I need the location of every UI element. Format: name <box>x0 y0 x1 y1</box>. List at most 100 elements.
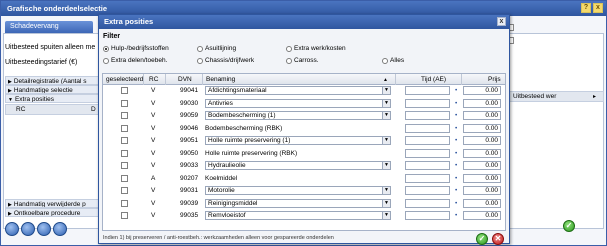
row-checkbox[interactable] <box>121 174 128 182</box>
tijd-input[interactable] <box>405 211 450 220</box>
ok-button[interactable]: ✓ <box>476 233 488 245</box>
row-checkbox[interactable] <box>121 137 128 144</box>
col-tijd[interactable]: Tijd (AE) <box>421 76 446 83</box>
col-geselecteerd[interactable]: geselecteerd <box>106 76 143 83</box>
tijd-input[interactable] <box>405 186 450 195</box>
background-ok-button[interactable]: ✓ <box>563 220 575 232</box>
col-prijs[interactable]: Prijs <box>488 76 501 83</box>
benaming-select[interactable]: Motorolie ▼ <box>205 186 391 195</box>
radio-button[interactable] <box>103 57 109 64</box>
section-ontkoelbare-procedure[interactable]: ▶ Ontkoelbare procedure <box>5 208 99 217</box>
benaming-select[interactable]: Antivries ▼ <box>205 98 391 108</box>
row-checkbox[interactable] <box>121 99 128 107</box>
section-extra-posities[interactable]: ▼ Extra posities <box>5 94 99 103</box>
table-row[interactable]: V 99031 Motorolie ▼ • 0.00 <box>103 185 505 197</box>
prijs-input[interactable]: 0.00 <box>463 161 501 170</box>
radio-chassis-drijfwerk[interactable]: Chassis/drijfwerk <box>197 57 254 64</box>
benaming-select[interactable]: Hydraulieolie ▼ <box>205 161 391 170</box>
tijd-input[interactable] <box>405 98 450 108</box>
scroll-right-icon[interactable]: ▸ <box>593 93 601 100</box>
row-checkbox[interactable] <box>121 149 128 157</box>
radio-hulp-bedrijfsstoffen[interactable]: Hulp-/bedrijfsstoffen <box>103 45 169 52</box>
section-handmatig-verwijderd[interactable]: ▶ Handmatig verwijderde p <box>5 199 99 208</box>
row-checkbox[interactable] <box>121 162 128 169</box>
radio-button[interactable] <box>286 57 292 64</box>
tool-icon[interactable] <box>37 222 51 236</box>
row-checkbox[interactable] <box>121 212 128 219</box>
radio-extra-werk-kosten[interactable]: Extra werk/kosten <box>286 45 346 52</box>
sort-ascending-icon[interactable]: ▲ <box>383 77 388 83</box>
section-handmatige-selectie[interactable]: ▶ Handmatige selectie <box>5 85 99 94</box>
help-icon[interactable]: ? <box>581 3 591 13</box>
prijs-input[interactable]: 0.00 <box>463 211 501 220</box>
row-checkbox[interactable] <box>121 112 128 119</box>
table-row[interactable]: V 99039 Reinigingsmiddel ▼ • 0.00 <box>103 198 505 210</box>
tijd-input[interactable] <box>405 198 450 208</box>
tijd-input[interactable] <box>405 86 450 95</box>
tijd-input[interactable] <box>405 173 450 183</box>
tijd-input[interactable] <box>405 123 450 133</box>
row-checkbox[interactable] <box>121 124 128 132</box>
dropdown-arrow-icon[interactable]: ▼ <box>382 187 390 194</box>
radio-button[interactable] <box>197 45 203 52</box>
prijs-input[interactable]: 0.00 <box>463 86 501 95</box>
dropdown-arrow-icon[interactable]: ▼ <box>382 212 390 219</box>
benaming-select[interactable]: Afdichtingsmateriaal ▼ <box>205 86 391 95</box>
col-dvn[interactable]: DVN <box>178 76 192 83</box>
tijd-input[interactable] <box>405 136 450 145</box>
dropdown-arrow-icon[interactable]: ▼ <box>382 137 390 144</box>
table-row[interactable]: V 99050 Holle ruimte preservering (RBK) • 0.… <box>103 148 505 160</box>
radio-button[interactable] <box>197 57 203 64</box>
close-icon[interactable]: x <box>593 3 603 13</box>
radio-button[interactable] <box>286 45 292 52</box>
radio-button[interactable] <box>382 57 388 64</box>
dropdown-arrow-icon[interactable]: ▼ <box>382 199 390 207</box>
col-benaming[interactable]: Benaming <box>206 76 235 83</box>
radio-carross[interactable]: Carross. <box>286 57 319 64</box>
radio-extra-delen-toebeh[interactable]: Extra delen/toebeh. <box>103 57 167 64</box>
prijs-input[interactable]: 0.00 <box>463 111 501 120</box>
row-checkbox[interactable] <box>121 87 128 94</box>
row-checkbox[interactable] <box>121 187 128 194</box>
table-row[interactable]: V 99035 Remvloeistof ▼ • 0.00 <box>103 210 505 222</box>
price-marker-icon: • <box>455 112 458 119</box>
radio-button[interactable] <box>103 45 109 52</box>
tab-schadevervang[interactable]: Schadevervang <box>5 21 93 33</box>
prijs-input[interactable]: 0.00 <box>463 173 501 183</box>
tijd-input[interactable] <box>405 148 450 158</box>
benaming-select[interactable]: Remvloeistof ▼ <box>205 211 391 220</box>
table-row[interactable]: V 99051 Holle ruimte preservering (1) ▼ • 0.0… <box>103 135 505 147</box>
dropdown-arrow-icon[interactable]: ▼ <box>382 162 390 169</box>
radio-asuitlijning[interactable]: Asuitlijning <box>197 45 236 52</box>
prijs-input[interactable]: 0.00 <box>463 148 501 158</box>
prijs-input[interactable]: 0.00 <box>463 98 501 108</box>
table-row[interactable]: V 99046 Bodembescherming (RBK) • 0.00 <box>103 123 505 135</box>
col-rc[interactable]: RC <box>149 76 158 83</box>
tijd-input[interactable] <box>405 161 450 170</box>
benaming-select[interactable]: Reinigingsmiddel ▼ <box>205 198 391 208</box>
row-checkbox[interactable] <box>121 199 128 207</box>
globe-icon[interactable] <box>21 222 35 236</box>
tijd-input[interactable] <box>405 111 450 120</box>
prijs-input[interactable]: 0.00 <box>463 198 501 208</box>
table-row[interactable]: V 99033 Hydraulieolie ▼ • 0.00 <box>103 160 505 172</box>
benaming-select[interactable]: Bodembescherming (1) ▼ <box>205 111 391 120</box>
prijs-input[interactable]: 0.00 <box>463 186 501 195</box>
search-icon[interactable] <box>5 222 19 236</box>
prijs-input[interactable]: 0.00 <box>463 136 501 145</box>
dropdown-arrow-icon[interactable]: ▼ <box>382 99 390 107</box>
radio-alles[interactable]: Alles <box>382 57 404 64</box>
close-icon[interactable]: x <box>497 17 506 26</box>
dropdown-arrow-icon[interactable]: ▼ <box>382 87 390 94</box>
row-dvn: 90207 <box>180 174 199 182</box>
table-row[interactable]: A 90207 Koelmiddel • 0.00 <box>103 173 505 185</box>
document-icon[interactable] <box>53 222 67 236</box>
benaming-select[interactable]: Holle ruimte preservering (1) ▼ <box>205 136 391 145</box>
dropdown-arrow-icon[interactable]: ▼ <box>382 112 390 119</box>
prijs-input[interactable]: 0.00 <box>463 123 501 133</box>
section-detailregistratie[interactable]: ▶ Detailregistratie (Aantal s <box>5 76 99 85</box>
table-row[interactable]: V 99041 Afdichtingsmateriaal ▼ • 0.00 <box>103 85 505 97</box>
table-row[interactable]: V 99059 Bodembescherming (1) ▼ • 0.00 <box>103 110 505 122</box>
cancel-button[interactable]: ✕ <box>492 233 504 245</box>
table-row[interactable]: V 99030 Antivries ▼ • 0.00 <box>103 98 505 110</box>
